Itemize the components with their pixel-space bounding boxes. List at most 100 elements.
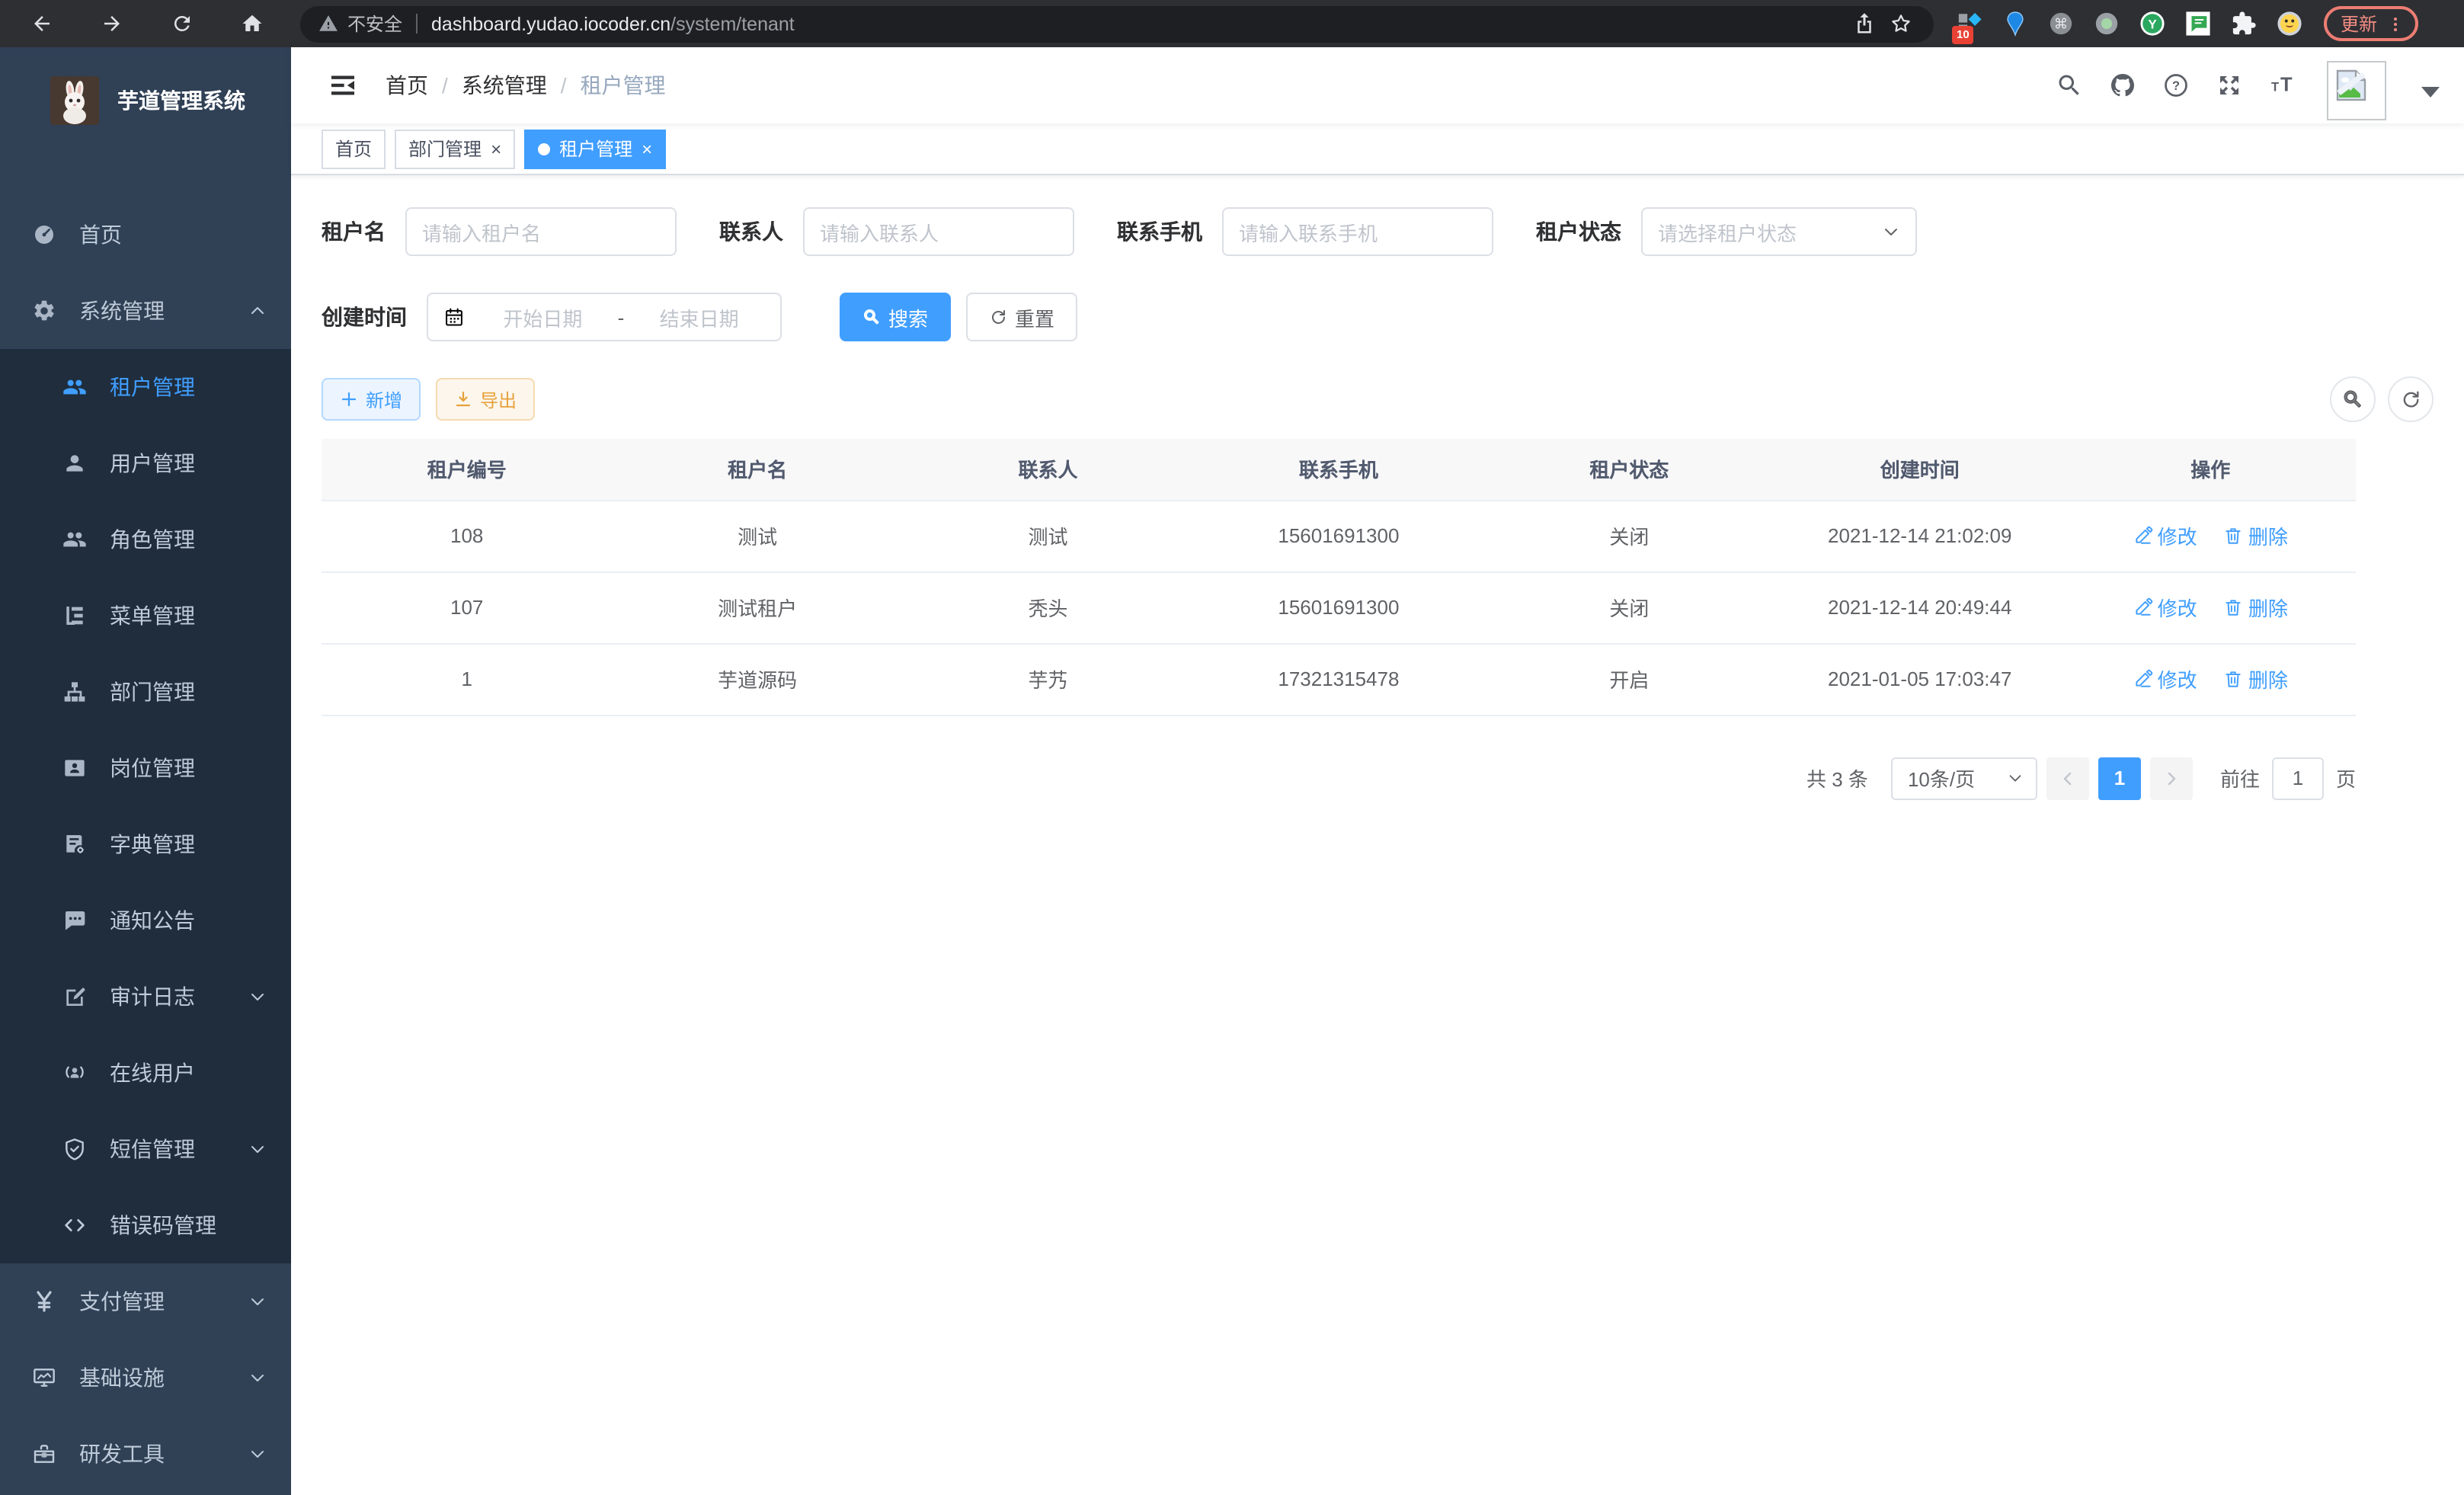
- add-button[interactable]: 新增: [322, 378, 421, 421]
- table-row: 107 测试租户 秃头 15601691300 关闭 2021-12-14 20…: [322, 571, 2356, 643]
- breadcrumb-item-home[interactable]: 首页: [386, 70, 428, 101]
- filter-row-1: 租户名 请输入租户名 联系人 请输入联系人 联系手机 请输入联系手机 租户状态: [322, 207, 2434, 256]
- sidebar-item-支付管理[interactable]: 支付管理: [0, 1263, 291, 1340]
- sidebar-item-字典管理[interactable]: 字典管理: [0, 806, 291, 882]
- contact-input[interactable]: 请输入联系人: [803, 207, 1074, 256]
- sidebar-item-岗位管理[interactable]: 岗位管理: [0, 730, 291, 806]
- delete-link[interactable]: 删除: [2224, 521, 2288, 550]
- tenant-name-input[interactable]: 请输入租户名: [405, 207, 677, 256]
- browser-reload-button[interactable]: [163, 5, 200, 42]
- cell-created: 2021-01-05 17:03:47: [1774, 643, 2065, 715]
- tab-label: 部门管理: [408, 136, 482, 162]
- edit-link[interactable]: 修改: [2133, 664, 2197, 693]
- sidebar-item-错误码管理[interactable]: 错误码管理: [0, 1187, 291, 1263]
- sidebar-collapse-icon[interactable]: [328, 70, 358, 101]
- extension-icon-grey-dot[interactable]: [2092, 10, 2120, 37]
- search-button[interactable]: 搜索: [840, 293, 951, 341]
- app-logo-row[interactable]: 芋道管理系统: [0, 47, 291, 133]
- create-time-range-picker[interactable]: 开始日期 - 结束日期: [427, 293, 782, 341]
- star-icon: [1889, 12, 1912, 35]
- browser-home-button[interactable]: [233, 5, 270, 42]
- sidebar-item-label: 角色管理: [110, 524, 267, 555]
- sidebar-item-部门管理[interactable]: 部门管理: [0, 654, 291, 730]
- sidebar-item-label: 审计日志: [110, 981, 248, 1012]
- github-link[interactable]: [2107, 70, 2138, 101]
- help-button[interactable]: [2161, 70, 2191, 101]
- export-button[interactable]: 导出: [436, 378, 535, 421]
- browser-update-menu-button[interactable]: 更新: [2324, 6, 2418, 41]
- devtools-icon: [32, 1442, 56, 1466]
- trash-icon: [2224, 597, 2244, 617]
- next-page-button[interactable]: [2150, 757, 2193, 799]
- browser-back-button[interactable]: [23, 5, 59, 42]
- prev-page-button[interactable]: [2046, 757, 2089, 799]
- tab-首页[interactable]: 首页: [322, 129, 386, 168]
- sms-shield-icon: [62, 1137, 87, 1161]
- status-select[interactable]: 请选择租户状态: [1641, 207, 1917, 256]
- header-search-button[interactable]: [2054, 70, 2085, 101]
- edit-pen-icon: [2133, 526, 2153, 546]
- extension-icon-chat[interactable]: [2184, 10, 2211, 37]
- avatar-dropdown-caret[interactable]: [2421, 86, 2440, 97]
- share-button[interactable]: [1845, 5, 1882, 42]
- sidebar-item-首页[interactable]: 首页: [0, 197, 291, 273]
- calendar-icon: [443, 306, 465, 328]
- refresh-table-button[interactable]: [2388, 376, 2434, 422]
- sidebar-item-系统管理[interactable]: 系统管理: [0, 273, 291, 349]
- sidebar-item-角色管理[interactable]: 角色管理: [0, 501, 291, 578]
- browser-forward-button[interactable]: [93, 5, 130, 42]
- sidebar-item-通知公告[interactable]: 通知公告: [0, 882, 291, 959]
- extension-icon-y[interactable]: Y: [2138, 10, 2165, 37]
- delete-link[interactable]: 删除: [2224, 664, 2288, 693]
- tab-close-icon[interactable]: ×: [491, 139, 501, 158]
- mobile-input[interactable]: 请输入联系手机: [1222, 207, 1493, 256]
- dashboard-gauge-icon: [32, 222, 56, 247]
- sidebar-item-在线用户[interactable]: 在线用户: [0, 1035, 291, 1111]
- sidebar-item-用户管理[interactable]: 用户管理: [0, 425, 291, 501]
- active-tab-dot: [538, 142, 550, 155]
- extension-icon-tag[interactable]: 10: [1955, 10, 1982, 37]
- extension-icon-emoji[interactable]: [2275, 10, 2302, 37]
- sidebar-item-短信管理[interactable]: 短信管理: [0, 1111, 291, 1187]
- sidebar-item-label: 系统管理: [79, 296, 248, 326]
- sidebar-item-审计日志[interactable]: 审计日志: [0, 959, 291, 1035]
- extension-icon-kite[interactable]: [2001, 10, 2028, 37]
- edit-link[interactable]: 修改: [2133, 593, 2197, 622]
- bookmark-button[interactable]: [1882, 5, 1918, 42]
- table-header-row: 租户编号 租户名 联系人 联系手机 租户状态 创建时间 操作: [322, 439, 2356, 500]
- grey-green-dot-icon: [2093, 11, 2119, 37]
- app-title: 芋道管理系统: [117, 85, 245, 116]
- tab-租户管理[interactable]: 租户管理 ×: [524, 129, 666, 168]
- sitemap-icon: [62, 680, 87, 704]
- page-size-select[interactable]: 10条/页: [1891, 757, 2037, 799]
- create-time-label: 创建时间: [322, 302, 407, 332]
- user-avatar[interactable]: [2327, 60, 2386, 120]
- cell-contact: 秃头: [903, 571, 1193, 643]
- fullscreen-button[interactable]: [2214, 70, 2245, 101]
- delete-link[interactable]: 删除: [2224, 593, 2288, 622]
- sidebar-item-研发工具[interactable]: 研发工具: [0, 1416, 291, 1492]
- cell-tenant-id: 1: [322, 643, 612, 715]
- sidebar-item-菜单管理[interactable]: 菜单管理: [0, 578, 291, 654]
- extension-icon-puzzle[interactable]: [2229, 10, 2257, 37]
- broken-image-icon: [2333, 66, 2370, 103]
- post-badge-icon: [62, 756, 87, 780]
- toggle-search-button[interactable]: [2330, 376, 2376, 422]
- extension-icon-command[interactable]: ⌘: [2046, 10, 2074, 37]
- puzzle-icon: [2230, 11, 2256, 37]
- sidebar-item-基础设施[interactable]: 基础设施: [0, 1340, 291, 1416]
- tab-部门管理[interactable]: 部门管理 ×: [395, 129, 515, 168]
- col-mobile: 联系手机: [1193, 439, 1483, 500]
- reset-button[interactable]: 重置: [966, 293, 1077, 341]
- tab-close-icon[interactable]: ×: [642, 139, 652, 158]
- font-size-button[interactable]: [2267, 70, 2298, 101]
- page-number-button[interactable]: 1: [2098, 757, 2141, 799]
- cell-created: 2021-12-14 21:02:09: [1774, 500, 2065, 571]
- sidebar-item-label: 岗位管理: [110, 753, 267, 783]
- sidebar-item-租户管理[interactable]: 租户管理: [0, 349, 291, 425]
- goto-page-input[interactable]: 1: [2272, 757, 2324, 799]
- breadcrumb-item-system[interactable]: 系统管理: [462, 70, 547, 101]
- error-code-icon: [62, 1213, 87, 1237]
- edit-link[interactable]: 修改: [2133, 521, 2197, 550]
- address-bar[interactable]: 不安全 dashboard.yudao.iocoder.cn/system/te…: [300, 5, 1934, 42]
